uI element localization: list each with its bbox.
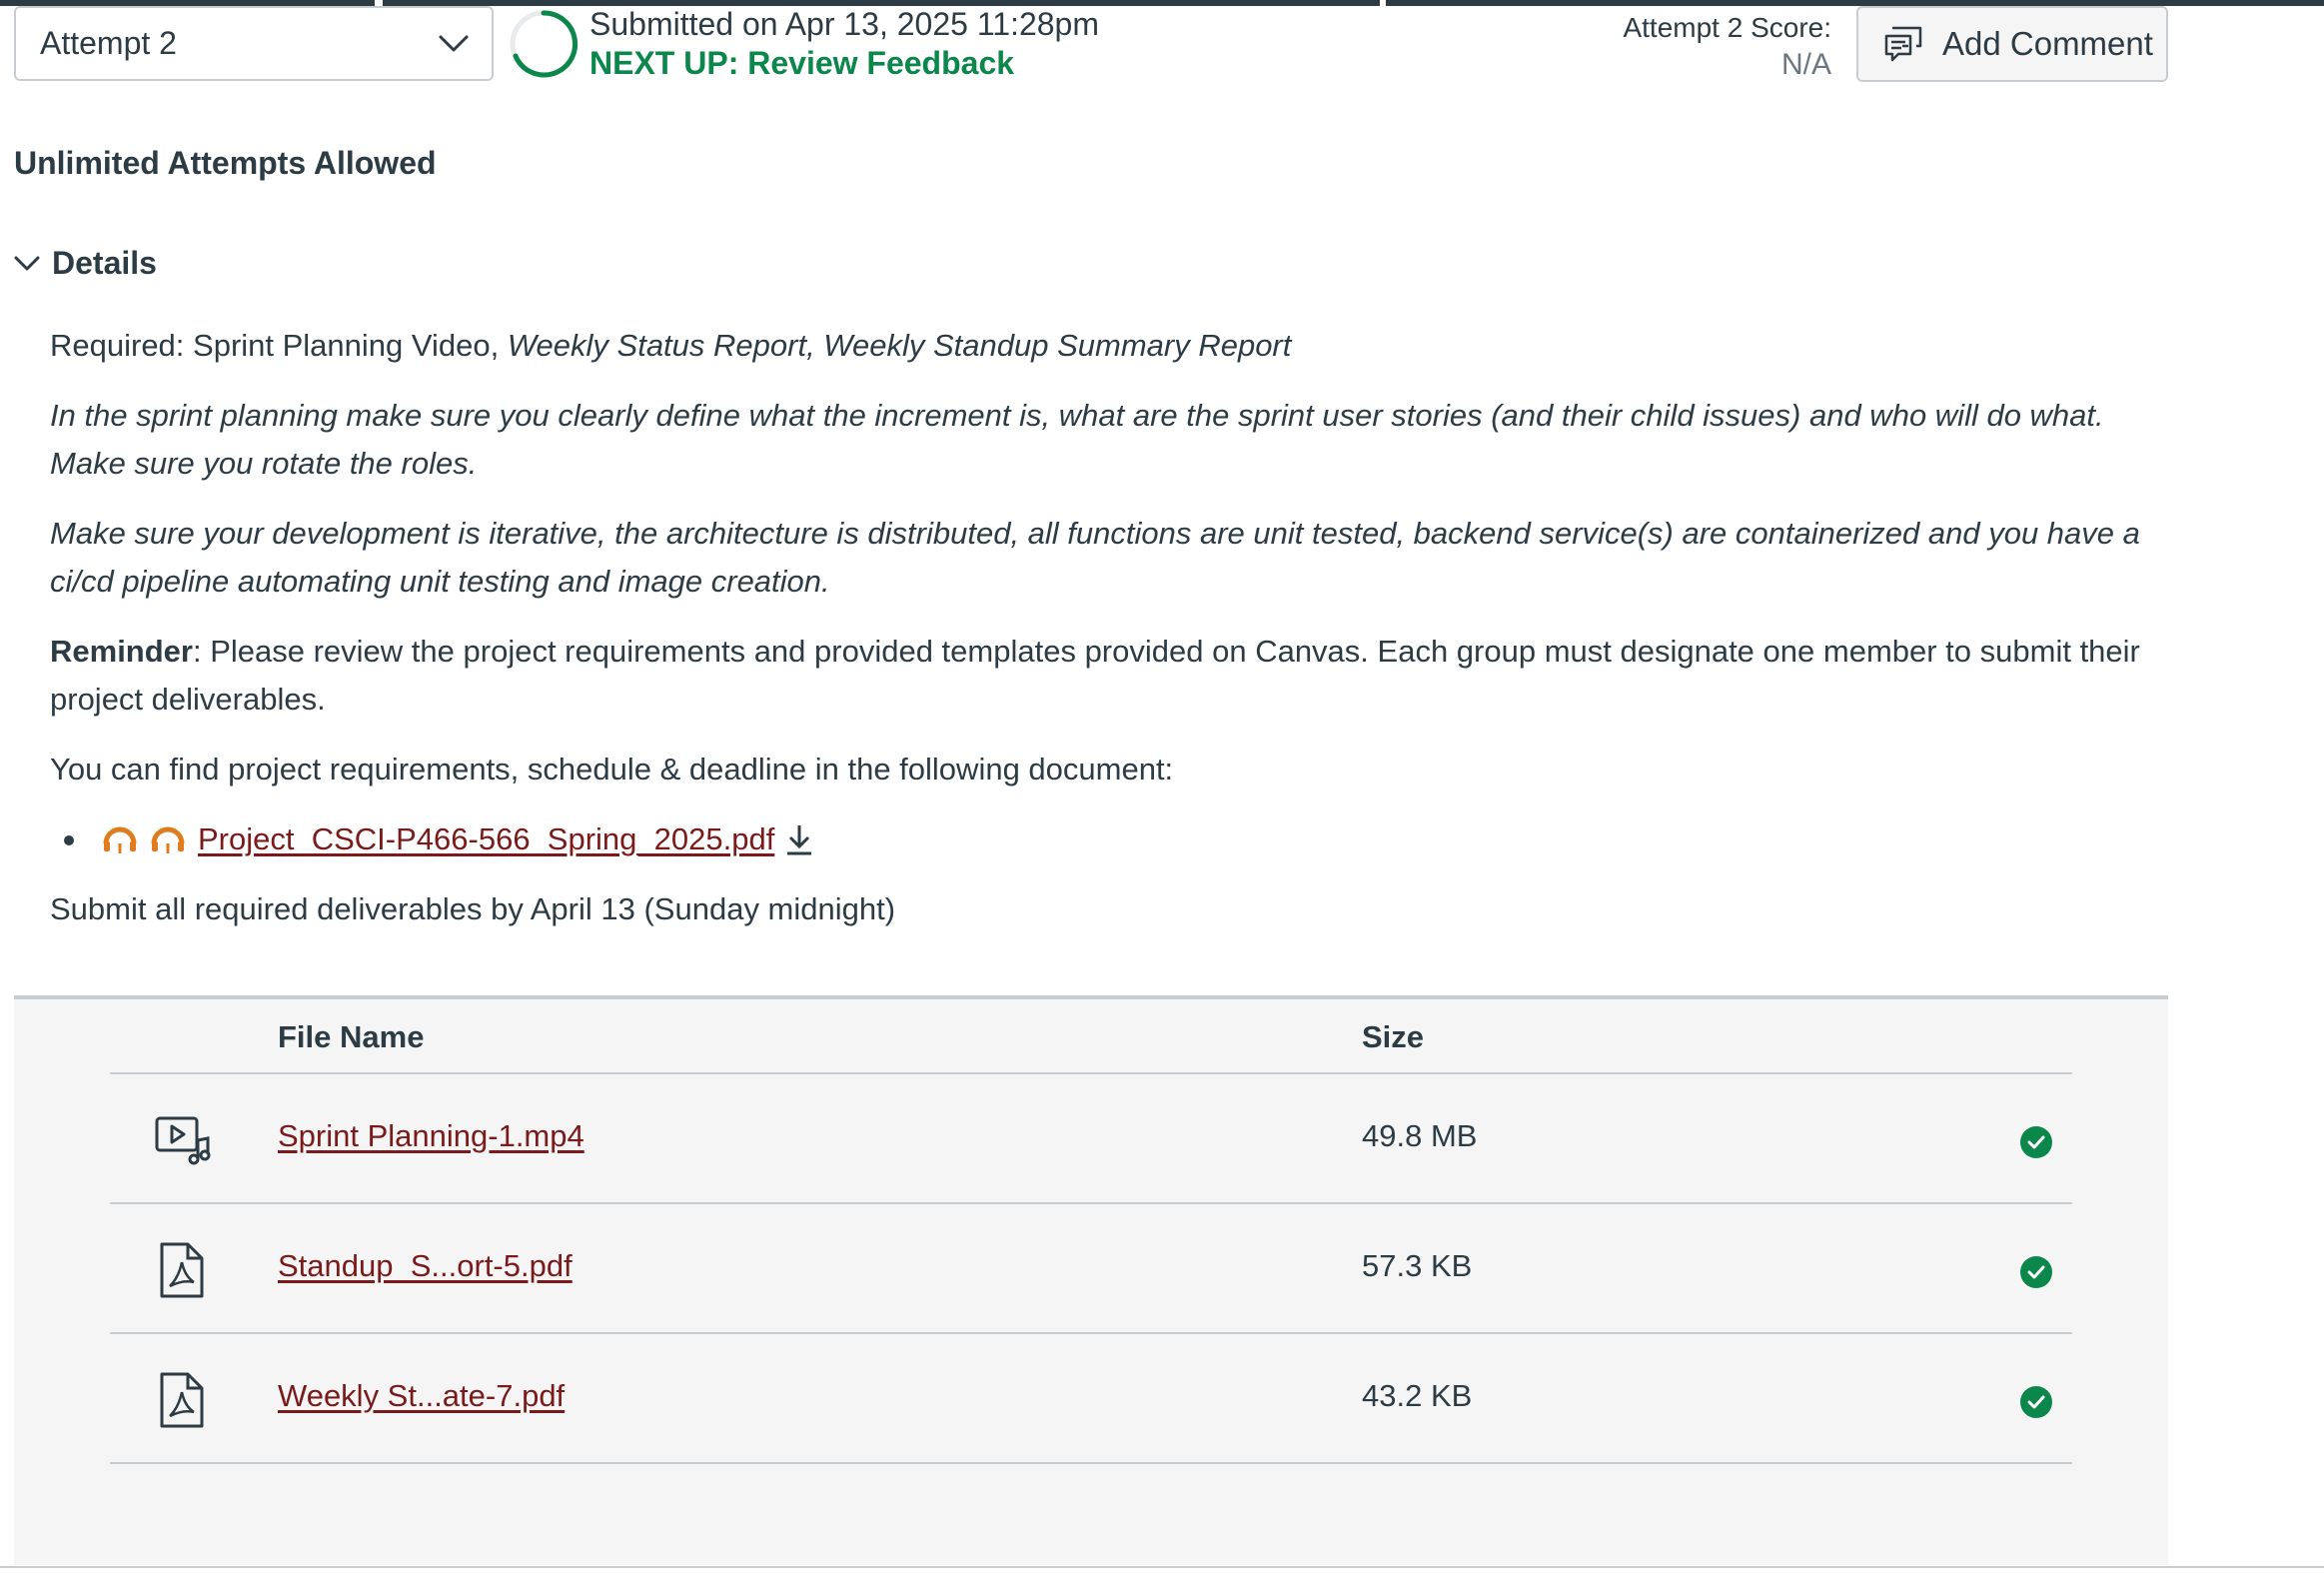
sprint-planning-text: In the sprint planning make sure you cle… xyxy=(50,398,2104,481)
file-name-header: File Name xyxy=(278,1019,425,1054)
assignment-details: Required: Sprint Planning Video, Weekly … xyxy=(50,322,2178,957)
files-table: File Name Size Sprint Planning-1.mp4 49.… xyxy=(110,999,2072,1464)
download-icon[interactable] xyxy=(782,821,816,857)
table-row: Sprint Planning-1.mp4 49.8 MB xyxy=(110,1074,2072,1204)
chevron-down-icon xyxy=(14,256,40,270)
submitted-files-panel: File Name Size Sprint Planning-1.mp4 49.… xyxy=(14,995,2168,1565)
file-size: 43.2 KB xyxy=(1362,1378,1473,1413)
deadline-text: Submit all required deliverables by Apri… xyxy=(50,891,896,926)
add-comment-label: Add Comment xyxy=(1942,25,2153,62)
bullet xyxy=(64,835,74,845)
attempts-note: Unlimited Attempts Allowed xyxy=(14,145,437,181)
details-toggle-label: Details xyxy=(52,245,157,281)
score-label: Attempt 2 Score: xyxy=(1623,12,1831,43)
document-list: Project_CSCI-P466-566_Spring_2025.pdf xyxy=(50,815,2178,863)
required-prefix: Required: Sprint Planning Video, xyxy=(50,328,508,363)
check-circle-icon xyxy=(2020,1126,2052,1158)
table-row: Standup_S...ort-5.pdf 57.3 KB xyxy=(110,1204,2072,1334)
development-paragraph: Make sure your development is iterative,… xyxy=(50,510,2178,606)
score-value: N/A xyxy=(1780,48,1831,81)
file-link[interactable]: Standup_S...ort-5.pdf xyxy=(278,1248,573,1284)
list-item: Project_CSCI-P466-566_Spring_2025.pdf xyxy=(50,815,2178,863)
headphones-icon[interactable] xyxy=(102,821,148,857)
sprint-planning-paragraph: In the sprint planning make sure you cle… xyxy=(50,392,2178,488)
attempt-select[interactable]: Attempt 2 xyxy=(14,6,494,81)
details-toggle[interactable]: Details xyxy=(14,245,157,282)
required-deliverables: Required: Sprint Planning Video, Weekly … xyxy=(50,322,2178,370)
required-italic: Weekly Status Report, Weekly Standup Sum… xyxy=(507,328,1292,363)
chevron-down-icon xyxy=(439,35,469,52)
file-link[interactable]: Weekly St...ate-7.pdf xyxy=(278,1378,565,1414)
development-text: Make sure your development is iterative,… xyxy=(50,516,2140,599)
submitted-on-text: Submitted on Apr 13, 2025 11:28pm xyxy=(589,6,1099,42)
reminder-text: : Please review the project requirements… xyxy=(50,634,2140,717)
headphones-icon[interactable] xyxy=(150,821,196,857)
size-header: Size xyxy=(1362,1019,1425,1054)
attempt-select-value: Attempt 2 xyxy=(40,25,177,61)
find-requirements-text: You can find project requirements, sched… xyxy=(50,752,1174,787)
pdf-icon xyxy=(160,1242,204,1298)
add-comment-button[interactable]: Add Comment xyxy=(1856,6,2168,82)
table-row: Weekly St...ate-7.pdf 43.2 KB xyxy=(110,1334,2072,1464)
next-up-text: NEXT UP: Review Feedback xyxy=(589,45,1015,81)
video-audio-icon xyxy=(155,1116,211,1165)
reminder-paragraph: Reminder: Please review the project requ… xyxy=(50,628,2178,724)
check-circle-icon xyxy=(2020,1386,2052,1418)
reminder-label: Reminder xyxy=(50,634,193,669)
file-link[interactable]: Sprint Planning-1.mp4 xyxy=(278,1118,584,1154)
file-size: 49.8 MB xyxy=(1362,1118,1478,1153)
bottom-divider xyxy=(0,1566,2324,1568)
file-size: 57.3 KB xyxy=(1362,1248,1473,1283)
comment-icon xyxy=(1884,26,1922,62)
progress-ring-icon xyxy=(510,10,579,78)
check-circle-icon xyxy=(2020,1256,2052,1288)
files-table-header: File Name Size xyxy=(110,999,2072,1074)
pdf-icon xyxy=(160,1372,204,1428)
project-document-link[interactable]: Project_CSCI-P466-566_Spring_2025.pdf xyxy=(198,815,774,863)
